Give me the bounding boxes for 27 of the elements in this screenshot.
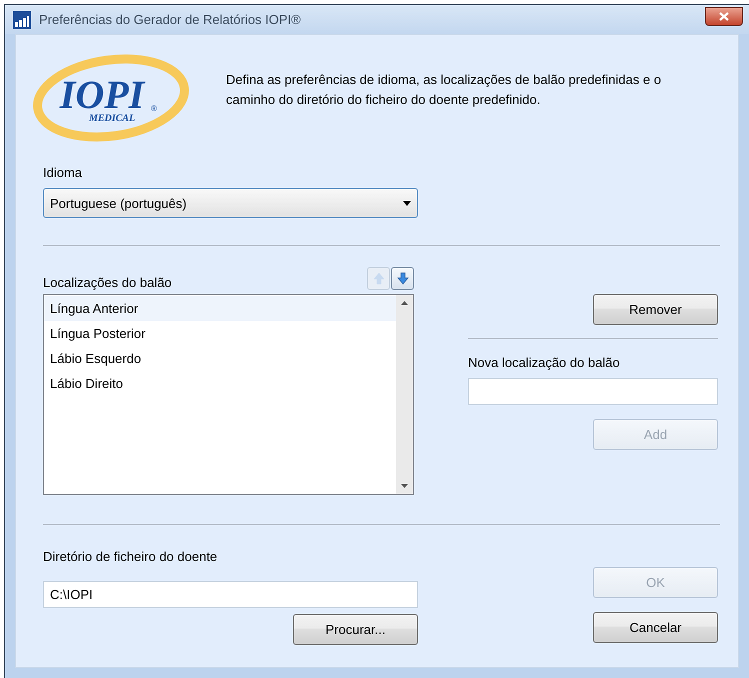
- scroll-down-icon: [401, 484, 408, 488]
- move-down-button[interactable]: [391, 267, 414, 290]
- dropdown-arrow-icon: [403, 200, 411, 206]
- list-item[interactable]: Lábio Direito: [44, 371, 396, 396]
- close-button[interactable]: [705, 7, 743, 26]
- app-icon: [13, 10, 31, 28]
- remove-button[interactable]: Remover: [593, 294, 718, 325]
- down-arrow-icon: [396, 272, 408, 285]
- scroll-up-icon: [401, 301, 408, 305]
- language-dropdown[interactable]: Portuguese (português): [43, 188, 418, 218]
- new-location-label: Nova localização do balão: [468, 355, 621, 370]
- description-text: Defina as preferências de idioma, as localizações de balão predefinidas e o caminho do diretório do ficheiro do doente predefinido.: [226, 71, 662, 109]
- window-title: Preferências do Gerador de Relatórios IOPI®: [39, 12, 302, 27]
- directory-label: Diretório de ficheiro do doente: [43, 549, 218, 564]
- cancel-button[interactable]: Cancelar: [593, 612, 718, 643]
- list-item[interactable]: Lábio Esquerdo: [44, 346, 396, 371]
- new-location-field[interactable]: [468, 378, 718, 405]
- browse-button[interactable]: Procurar...: [293, 614, 418, 645]
- scrollbar[interactable]: [396, 295, 413, 494]
- locations-label: Localizações do balão: [43, 275, 172, 290]
- up-arrow-icon: [372, 272, 384, 285]
- list-item[interactable]: Língua Posterior: [44, 321, 396, 346]
- close-icon: [719, 12, 729, 21]
- directory-field[interactable]: C:\IOPI: [43, 581, 418, 608]
- language-label: Idioma: [43, 165, 84, 180]
- list-item[interactable]: Língua Anterior: [44, 296, 396, 321]
- logo: IOPI ® MEDICAL: [32, 53, 190, 143]
